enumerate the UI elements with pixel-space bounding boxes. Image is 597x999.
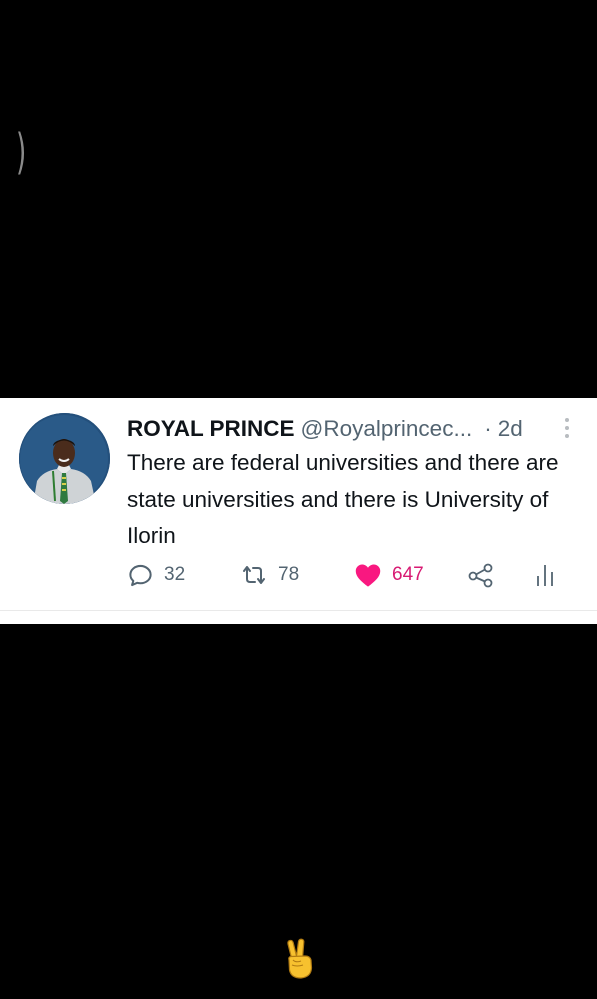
partial-glyph: )	[16, 124, 27, 180]
tweet-card[interactable]: ROYAL PRINCE @Royalprincec... · 2d There…	[0, 398, 597, 610]
display-name[interactable]: ROYAL PRINCE	[127, 416, 295, 442]
retweet-icon	[240, 562, 268, 588]
share-button[interactable]	[467, 561, 495, 589]
share-icon	[467, 562, 495, 588]
avatar[interactable]	[19, 413, 110, 504]
reply-count: 32	[164, 564, 186, 585]
reply-icon	[127, 562, 154, 589]
analytics-button[interactable]	[535, 561, 555, 589]
like-count: 647	[392, 564, 424, 585]
card-bottom-divider	[0, 610, 597, 624]
separator-dot: ·	[484, 416, 492, 441]
tweet-header: ROYAL PRINCE @Royalprincec... · 2d	[127, 414, 523, 444]
more-options-icon[interactable]	[562, 416, 572, 440]
reply-button[interactable]: 32	[127, 561, 185, 589]
like-button[interactable]: 647	[354, 561, 424, 589]
timestamp[interactable]: 2d	[498, 416, 523, 442]
analytics-icon	[535, 562, 555, 588]
retweet-button[interactable]: 78	[240, 561, 299, 589]
user-handle[interactable]: @Royalprincec...	[301, 416, 473, 442]
retweet-count: 78	[278, 564, 300, 585]
victory-hand-emoji	[283, 938, 315, 980]
like-heart-icon	[354, 562, 382, 588]
tweet-actions: 32 78 647	[127, 561, 567, 589]
tweet-text: There are federal universities and there…	[127, 450, 559, 548]
